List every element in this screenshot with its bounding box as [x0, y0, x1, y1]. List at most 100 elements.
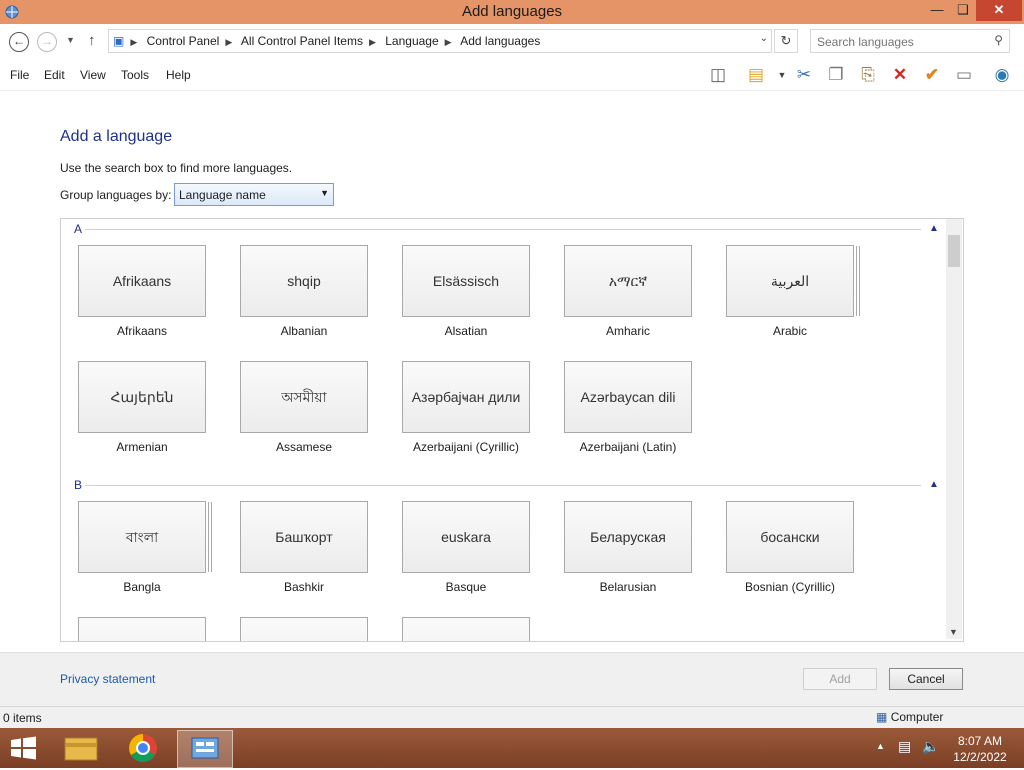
language-name: Bosnian (Cyrillic) [744, 580, 836, 594]
maximize-button[interactable]: ❑ [950, 0, 976, 21]
globe-icon[interactable]: ◉ [990, 63, 1014, 87]
language-name: Afrikaans [116, 324, 168, 338]
network-icon[interactable]: ▤ [898, 738, 911, 755]
privacy-statement-link[interactable]: Privacy statement [60, 672, 155, 686]
group-header-b: B [74, 478, 83, 492]
forward-button[interactable]: → [37, 32, 57, 52]
chrome-icon [129, 734, 157, 762]
language-tile-partial[interactable] [402, 617, 530, 641]
folder-icon [64, 737, 98, 761]
control-panel-icon: ▣ [113, 34, 125, 48]
language-name: Arabic [772, 324, 807, 338]
volume-icon[interactable]: 🔈 [922, 738, 939, 755]
refresh-button[interactable]: ↻ [774, 29, 798, 53]
page-title: Add a language [60, 128, 173, 145]
back-button[interactable]: ← [9, 32, 29, 52]
delete-icon[interactable]: ✕ [888, 63, 912, 87]
language-name: Armenian [116, 440, 168, 454]
properties-folder-icon[interactable]: ▤ [744, 63, 768, 87]
language-tile-partial[interactable] [78, 617, 206, 641]
add-button[interactable]: Add [803, 668, 877, 690]
title-bar: Add languages — ❑ ✕ [0, 0, 1024, 24]
language-name: Belarusian [599, 580, 657, 594]
status-bar [0, 706, 1024, 729]
language-tile-bosnian-cyrillic[interactable]: босански [726, 501, 854, 573]
language-name: Albanian [280, 324, 328, 338]
language-tile-assamese[interactable]: অসমীয়া [240, 361, 368, 433]
language-name: Azerbaijani (Latin) [579, 440, 677, 454]
language-tile-alsatian[interactable]: Elsässisch [402, 245, 530, 317]
language-tile-bashkir[interactable]: Башҡорт [240, 501, 368, 573]
language-tile-afrikaans[interactable]: Afrikaans [78, 245, 206, 317]
language-name: Bashkir [283, 580, 324, 594]
scroll-down-icon[interactable]: ▼ [949, 627, 958, 637]
language-tile-bangla[interactable]: বাংলা [78, 501, 206, 573]
menu-bar: File Edit View Tools Help ◫ ▤ ▼ ✂ ❐ ⎘ ✕ … [0, 60, 1024, 91]
taskbar-control-panel[interactable] [177, 730, 233, 768]
breadcrumb-item[interactable]: Add languages [460, 34, 540, 48]
breadcrumb-item[interactable]: Language [385, 34, 438, 48]
clock-time: 8:07 AM [957, 734, 1003, 748]
language-tile-amharic[interactable]: አማርኛ [564, 245, 692, 317]
search-icon[interactable]: ⚲ [994, 33, 1003, 47]
menu-help[interactable]: Help [166, 68, 191, 82]
breadcrumb: ▣ ▶ Control Panel ▶ All Control Panel Item… [113, 34, 541, 48]
language-tile-arabic[interactable]: العربية [726, 245, 854, 317]
start-button[interactable] [8, 734, 40, 762]
group-header-a: A [74, 222, 83, 236]
control-panel-icon [191, 737, 219, 759]
menu-edit[interactable]: Edit [44, 68, 65, 82]
scrollbar-thumb[interactable] [948, 235, 960, 267]
language-name: Azerbaijani (Cyrillic) [412, 440, 520, 454]
search-input[interactable] [815, 32, 989, 52]
language-tile-basque[interactable]: euskara [402, 501, 530, 573]
collapse-group-a-icon[interactable]: ▲ [929, 223, 939, 234]
recent-locations-chevron-icon[interactable]: ▼ [66, 35, 75, 45]
collapse-group-b-icon[interactable]: ▲ [929, 479, 939, 490]
instruction-text: Use the search box to find more language… [60, 161, 293, 175]
checkmark-icon[interactable]: ✔ [920, 63, 944, 87]
breadcrumb-item[interactable]: All Control Panel Items [241, 34, 363, 48]
search-box[interactable]: ⚲ [810, 29, 1010, 53]
cut-icon[interactable]: ✂ [792, 63, 816, 87]
language-tile-albanian[interactable]: shqip [240, 245, 368, 317]
taskbar-chrome[interactable] [116, 730, 170, 766]
window-icon[interactable]: ▭ [952, 63, 976, 87]
menu-tools[interactable]: Tools [121, 68, 149, 82]
window-title: Add languages [461, 3, 563, 20]
show-hidden-icons-icon[interactable]: ▲ [876, 741, 885, 751]
language-name: Alsatian [444, 324, 488, 338]
group-by-select[interactable]: Language name ▼ [174, 183, 334, 206]
language-tile-partial[interactable] [240, 617, 368, 641]
taskbar-clock[interactable]: 8:07 AM 12/2/2022 [948, 733, 1012, 765]
group-by-label: Group languages by: [60, 188, 172, 202]
language-name: Amharic [605, 324, 650, 338]
copy-icon[interactable]: ❐ [824, 63, 848, 87]
language-tile-azerbaijani-cyrillic[interactable]: Азәрбајҹан дили [402, 361, 530, 433]
breadcrumb-item[interactable]: Control Panel [147, 34, 220, 48]
address-bar-row: ← → ▼ ↑ ▣ ▶ Control Panel ▶ All Control Pa… [0, 24, 1024, 60]
group-by-value: Language name [179, 188, 266, 202]
language-tile-azerbaijani-latin[interactable]: Azərbaycan dili [564, 361, 692, 433]
minimize-button[interactable]: — [924, 0, 950, 21]
language-tile-armenian[interactable]: Հայերեն [78, 361, 206, 433]
menu-file[interactable]: File [10, 68, 29, 82]
vertical-scrollbar[interactable]: ▼ [946, 219, 962, 639]
up-arrow-icon[interactable]: ↑ [88, 32, 96, 49]
close-button[interactable]: ✕ [976, 0, 1022, 21]
zone-label: Computer [890, 710, 944, 724]
language-name: Assamese [275, 440, 333, 454]
taskbar-file-explorer[interactable] [54, 730, 108, 766]
windows-logo-icon [11, 736, 36, 760]
cancel-button[interactable]: Cancel [889, 668, 963, 690]
menu-view[interactable]: View [80, 68, 106, 82]
paste-icon[interactable]: ⎘ [856, 63, 880, 87]
group-divider [85, 485, 921, 486]
language-tile-belarusian[interactable]: Беларуская [564, 501, 692, 573]
language-list[interactable]: A ▲ Afrikaans Afrikaans shqip Albanian E… [60, 218, 964, 642]
address-field[interactable]: ▣ ▶ Control Panel ▶ All Control Panel Item… [108, 29, 772, 53]
address-dropdown-icon[interactable]: ⌄ [760, 33, 768, 44]
layout-pane-icon[interactable]: ◫ [706, 63, 730, 87]
properties-dropdown-icon[interactable]: ▼ [770, 63, 794, 87]
language-name: Bangla [123, 580, 161, 594]
